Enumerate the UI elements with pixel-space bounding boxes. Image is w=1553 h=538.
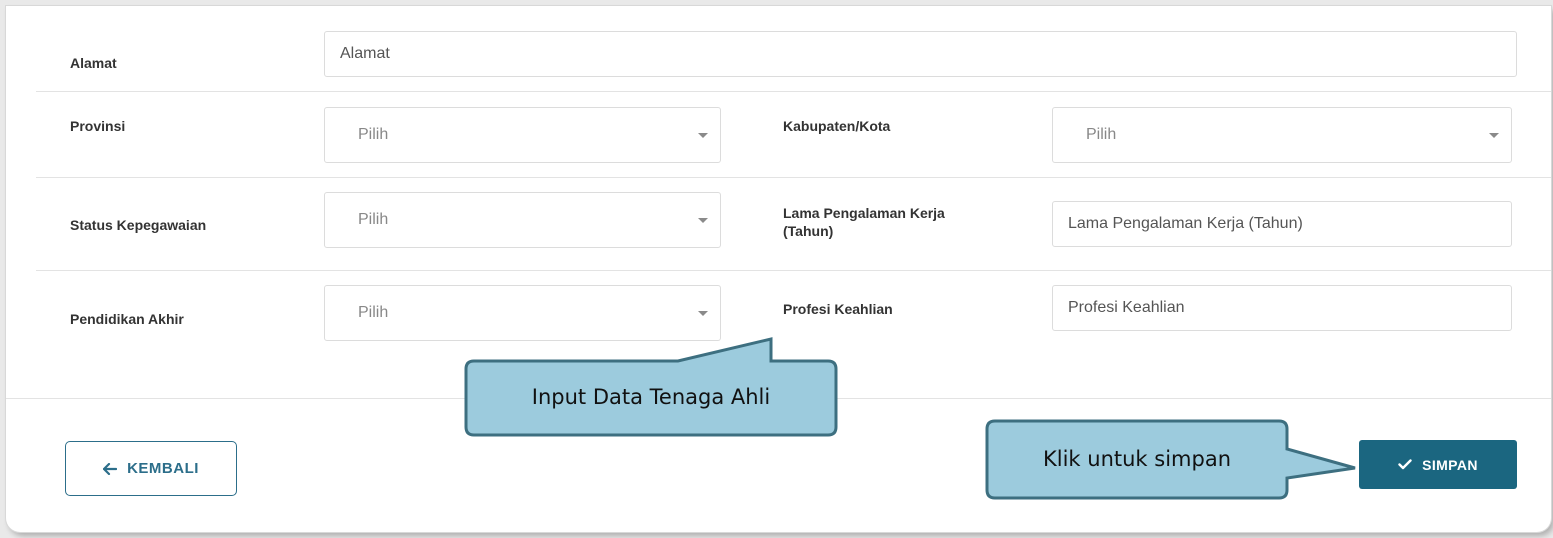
callout-shapes xyxy=(464,337,1356,500)
save-callout-text: Klik untuk simpan xyxy=(1042,447,1231,471)
screenshot-frame: Alamat Alamat Provinsi Pilih Kabupaten/K… xyxy=(0,0,1553,538)
input-callout-text: Input Data Tenaga Ahli xyxy=(531,385,771,409)
